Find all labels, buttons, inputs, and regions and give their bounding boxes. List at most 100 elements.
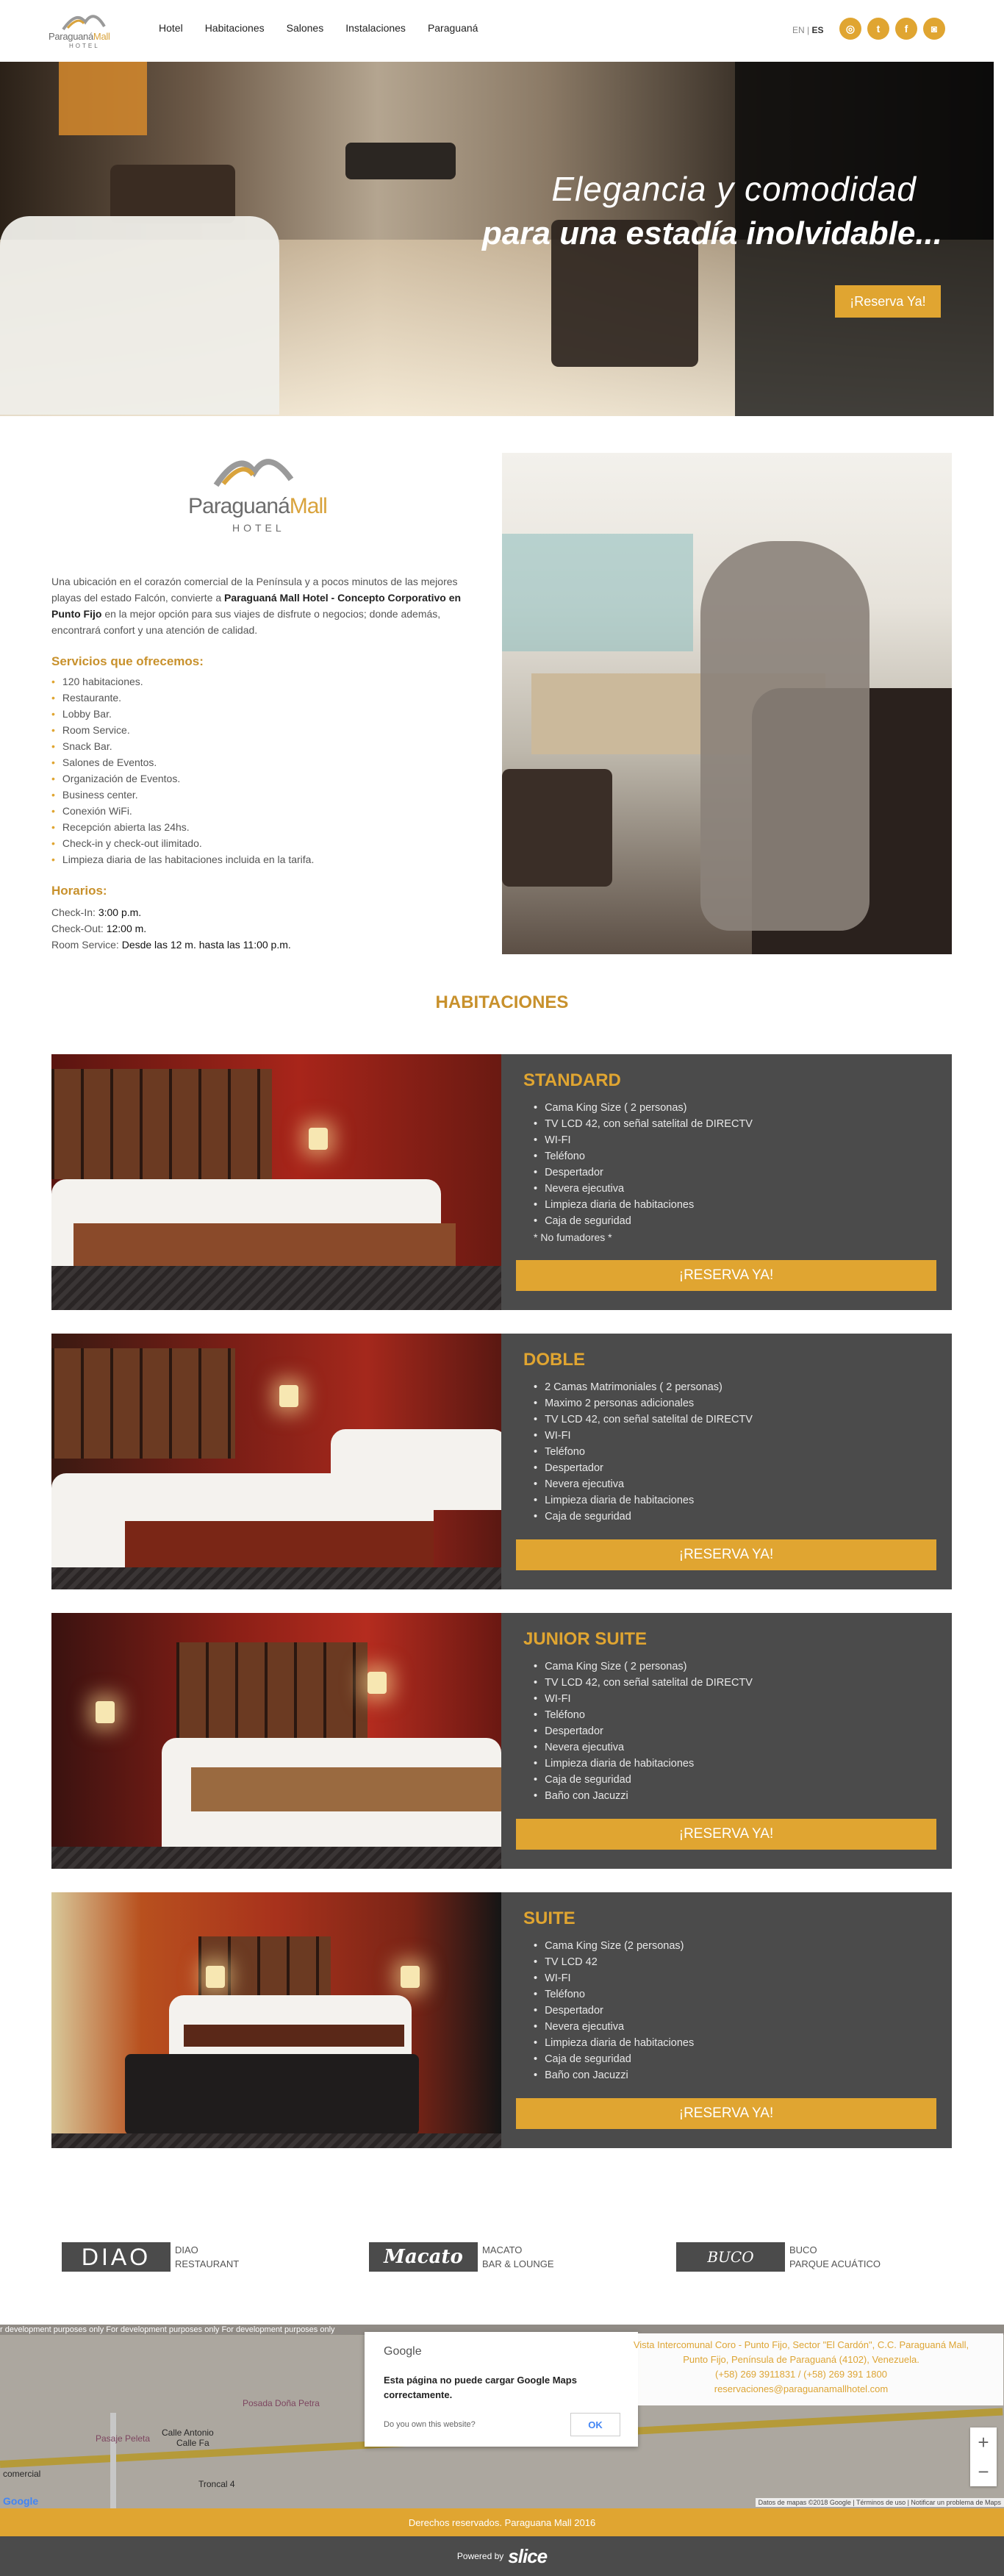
address-box: Vista Intercomunal Coro - Punto Fijo, Se… [599, 2333, 1003, 2405]
list-item: Recepción abierta las 24hs. [51, 819, 314, 835]
list-item: Caja de seguridad [523, 2051, 935, 2067]
twitter-icon[interactable]: t [867, 18, 889, 40]
macato-logo: Macato [369, 2242, 478, 2272]
list-item: Cama King Size (2 personas) [523, 1938, 935, 1954]
list-item: Limpieza diaria de habitaciones [523, 1197, 935, 1213]
room-features: Cama King Size (2 personas) TV LCD 42 WI… [523, 1938, 935, 2083]
address-line: Punto Fijo, Península de Paraguaná (4102… [683, 2354, 919, 2365]
list-item: Teléfono [523, 1986, 935, 2003]
room-info: SUITE Cama King Size (2 personas) TV LCD… [523, 1908, 935, 2083]
room-reserve-button[interactable]: ¡RESERVA YA! [516, 2098, 936, 2129]
zoom-out-button[interactable]: − [970, 2457, 997, 2486]
hours-title: Horarios: [51, 884, 107, 898]
list-item: Lobby Bar. [51, 706, 314, 722]
list-item: Organización de Eventos. [51, 770, 314, 787]
list-item: Restaurante. [51, 690, 314, 706]
hours-row: Check-Out: 12:00 m. [51, 923, 147, 934]
social-links: ◎ t f ◙ [839, 18, 945, 40]
list-item: WI-FI [523, 1691, 935, 1707]
dialog-own-link[interactable]: Do you own this website? [384, 2420, 476, 2429]
powered-by-label: Powered by [456, 2551, 504, 2561]
site-header: ParaguanáMall HOTEL Hotel Habitaciones S… [0, 0, 1004, 62]
hotel-logo[interactable]: ParaguanáMall HOTEL [49, 9, 122, 53]
room-photo [51, 1334, 501, 1589]
slice-logo[interactable]: slice [508, 2545, 548, 2568]
list-item: Business center. [51, 787, 314, 803]
logo-mark-icon [213, 459, 294, 487]
list-item: Limpieza diaria de habitaciones [523, 2035, 935, 2051]
hero-banner: Elegancia y comodidad para una estadía i… [0, 62, 994, 416]
maps-error-dialog: Google Esta página no puede cargar Googl… [365, 2332, 638, 2447]
hero-window [59, 62, 147, 135]
list-item: Cama King Size ( 2 personas) [523, 1100, 935, 1116]
about-intro: Una ubicación en el corazón comercial de… [51, 576, 462, 636]
lang-es[interactable]: ES [811, 25, 823, 35]
rooms-section-title: HABITACIONES [435, 992, 569, 1012]
dialog-ok-button[interactable]: OK [570, 2413, 620, 2436]
services-title: Servicios que ofrecemos: [51, 654, 204, 668]
hours-row: Room Service: Desde las 12 m. hasta las … [51, 939, 291, 951]
nav-instalaciones[interactable]: Instalaciones [345, 22, 406, 34]
nav-salones[interactable]: Salones [287, 22, 324, 34]
list-item: Check-in y check-out ilimitado. [51, 835, 314, 851]
logo-mark-icon [62, 15, 106, 31]
list-item: Nevera ejecutiva [523, 1181, 935, 1197]
partner-buco[interactable]: BUCO BUCO PARQUE ACUÁTICO [676, 2242, 881, 2272]
list-item: Room Service. [51, 722, 314, 738]
map-terms[interactable]: Datos de mapas ©2018 Google | Términos d… [755, 2498, 1004, 2507]
list-item: Limpieza diaria de las habitaciones incl… [51, 851, 314, 867]
partner-diao[interactable]: DIAO DIAO RESTAURANT [62, 2242, 239, 2272]
email-link[interactable]: reservaciones@paraguanamallhotel.com [599, 2382, 1003, 2397]
list-item: Caja de seguridad [523, 1509, 935, 1525]
nav-habitaciones[interactable]: Habitaciones [205, 22, 265, 34]
hero-sofa [110, 165, 235, 223]
nav-hotel[interactable]: Hotel [159, 22, 183, 34]
nav-paraguana[interactable]: Paraguaná [428, 22, 478, 34]
list-item: Nevera ejecutiva [523, 2019, 935, 2035]
list-item: Despertador [523, 1460, 935, 1476]
room-card-doble: DOBLE 2 Camas Matrimoniales ( 2 personas… [51, 1334, 952, 1589]
lang-en[interactable]: EN [792, 25, 805, 35]
list-item: Conexión WiFi. [51, 803, 314, 819]
hours-list: Check-In: 3:00 p.m. Check-Out: 12:00 m. … [51, 904, 291, 953]
phone-numbers[interactable]: (+58) 269 3911831 / (+58) 269 391 1800 [599, 2367, 1003, 2382]
instagram-icon[interactable]: ◙ [923, 18, 945, 40]
google-logo: Google [3, 2495, 39, 2507]
hero-reserve-button[interactable]: ¡Reserva Ya! [835, 285, 941, 318]
room-card-suite: SUITE Cama King Size (2 personas) TV LCD… [51, 1892, 952, 2148]
dialog-google-label: Google [384, 2345, 422, 2358]
logo-subtitle: HOTEL [69, 43, 100, 49]
tripadvisor-icon[interactable]: ◎ [839, 18, 861, 40]
list-item: Maximo 2 personas adicionales [523, 1395, 935, 1412]
zoom-in-button[interactable]: + [970, 2427, 997, 2457]
list-item: Nevera ejecutiva [523, 1739, 935, 1756]
room-reserve-button[interactable]: ¡RESERVA YA! [516, 1260, 936, 1291]
room-reserve-button[interactable]: ¡RESERVA YA! [516, 1819, 936, 1850]
list-item: Salones de Eventos. [51, 754, 314, 770]
dialog-message: Esta página no puede cargar Google Maps … [384, 2375, 577, 2400]
hours-row: Check-In: 3:00 p.m. [51, 906, 142, 918]
list-item: Limpieza diaria de habitaciones [523, 1756, 935, 1772]
room-note: * No fumadores * [534, 1231, 612, 1243]
list-item: TV LCD 42 [523, 1954, 935, 1970]
partner-label: BUCO PARQUE ACUÁTICO [789, 2244, 881, 2269]
lobby-guest [700, 541, 869, 931]
room-reserve-button[interactable]: ¡RESERVA YA! [516, 1539, 936, 1570]
room-features: Cama King Size ( 2 personas) TV LCD 42, … [523, 1659, 935, 1804]
facebook-icon[interactable]: f [895, 18, 917, 40]
list-item: Nevera ejecutiva [523, 1476, 935, 1492]
about-logo-name: ParaguanáMall [188, 494, 328, 518]
list-item: Limpieza diaria de habitaciones [523, 1492, 935, 1509]
list-item: WI-FI [523, 1970, 935, 1986]
list-item: Teléfono [523, 1444, 935, 1460]
list-item: WI-FI [523, 1428, 935, 1444]
partner-macato[interactable]: Macato MACATO BAR & LOUNGE [369, 2242, 554, 2272]
room-info: STANDARD Cama King Size ( 2 personas) TV… [523, 1070, 935, 1245]
room-card-standard: STANDARD Cama King Size ( 2 personas) TV… [51, 1054, 952, 1310]
about-logo-hotel: HOTEL [232, 522, 285, 534]
lang-separator: | [807, 25, 810, 35]
list-item: Despertador [523, 1723, 935, 1739]
list-item: TV LCD 42, con señal satelital de DIRECT… [523, 1412, 935, 1428]
location-map[interactable]: r development purposes only For developm… [0, 2325, 1004, 2508]
hero-sofa-foreground [0, 216, 279, 415]
